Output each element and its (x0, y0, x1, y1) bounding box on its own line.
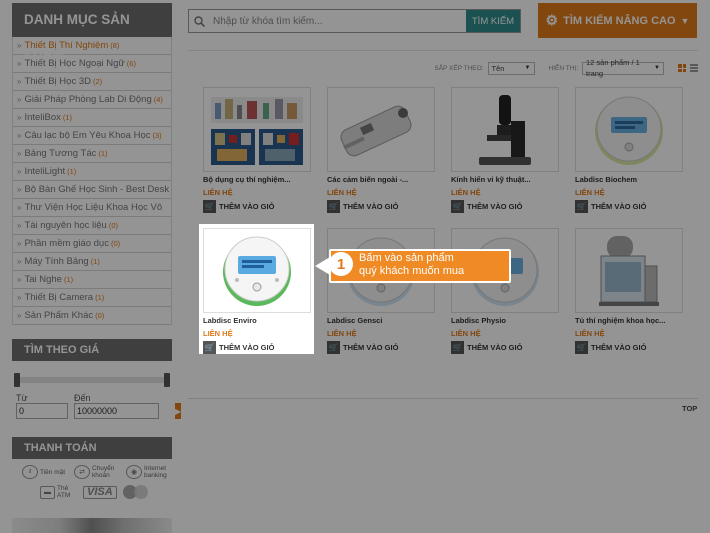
tooltip-line-2: quý khách muốn mua (359, 265, 465, 277)
product-price: LIÊN HỆ (203, 329, 233, 338)
tooltip-line-1: Bấm vào sản phẩm (359, 252, 454, 264)
tooltip-text: Bấm vào sản phẩm quý khách muốn mua (359, 252, 464, 278)
tooltip-arrow (315, 257, 330, 275)
labdisc-image[interactable] (203, 228, 311, 313)
product-name[interactable]: Labdisc Enviro (203, 316, 311, 325)
cart-icon: 🛒 (203, 341, 216, 354)
add-to-cart-button[interactable]: 🛒THÊM VÀO GIỎ (203, 341, 311, 354)
product-card[interactable]: Labdisc Enviro LIÊN HỆ 🛒THÊM VÀO GIỎ (203, 228, 311, 360)
step-number-badge: 1 (329, 252, 353, 276)
highlighted-product[interactable]: Labdisc Enviro LIÊN HỆ 🛒 THÊM VÀO GIỎ (199, 224, 314, 354)
tutorial-tooltip: 1 Bấm vào sản phẩm quý khách muốn mua (315, 249, 511, 283)
